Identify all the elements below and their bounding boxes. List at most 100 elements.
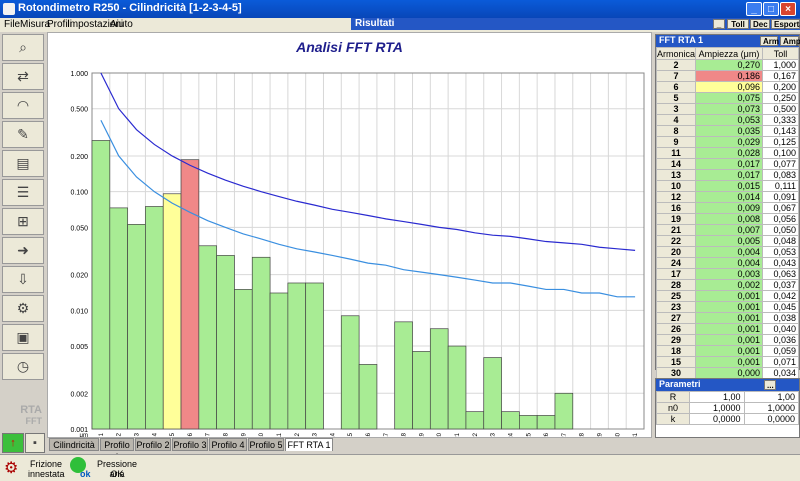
profile-compare-icon[interactable]: ⇄ [2,63,44,90]
eraser-icon[interactable]: ✎ [2,121,44,148]
tab-profilo-2[interactable]: Profilo 2 [135,438,171,451]
harmonic-cell: 29 [655,334,697,346]
table-row[interactable]: 26 0,001 0,040 [655,323,799,335]
table-row[interactable]: 25 0,001 0,042 [655,290,799,302]
minimize-button[interactable]: _ [746,2,762,16]
fft-bar[interactable] [554,392,574,430]
export-button[interactable]: Esporta [771,19,800,29]
fft-bar[interactable] [340,315,360,430]
table-row[interactable]: 15 0,001 0,071 [655,356,799,368]
fft-bar[interactable] [394,321,413,430]
tools-icon[interactable]: ⚙ [2,295,44,322]
param-value-1: 1,00 [689,391,745,403]
table-row[interactable]: 21 0,007 0,050 [655,224,799,236]
table-row[interactable]: 20 0,004 0,053 [655,246,799,258]
tab-profilo-3[interactable]: Profilo 3 [172,438,208,451]
fft-bar[interactable] [198,245,217,430]
clock-icon[interactable]: ◷ [2,353,44,380]
start-button[interactable]: ↑ [2,433,24,453]
stop-icon[interactable]: ▪ [25,433,45,453]
x-tick-label: 12 [295,432,301,437]
tol-cell: 0,034 [762,367,799,379]
print-icon[interactable]: ▤ [2,150,44,177]
table-row[interactable]: 8 0,035 0,143 [655,125,799,137]
col-harmonic[interactable]: Armonica [655,47,697,60]
fft-bar[interactable] [145,206,164,430]
table-row[interactable]: 17 0,003 0,063 [655,268,799,280]
import-icon[interactable]: ⇩ [2,266,44,293]
table-row[interactable]: 23 0,001 0,045 [655,301,799,313]
table-row[interactable]: 9 0,029 0,125 [655,136,799,148]
table-row[interactable]: 6 0,096 0,200 [655,81,799,93]
table-row[interactable]: 13 0,017 0,083 [655,169,799,181]
table-row[interactable]: 5 0,075 0,250 [655,92,799,104]
menu-misura[interactable]: Misura [20,19,50,30]
tab-profilo-5[interactable]: Profilo 5 [248,438,284,451]
fft-bar[interactable] [234,289,253,430]
tab-cilindricita[interactable]: Cilindricità [49,438,99,451]
table-row[interactable]: 2 0,270 1,000 [655,59,799,71]
params-options-button[interactable]: ... [764,380,776,390]
fft-bar[interactable] [536,415,556,430]
table-row[interactable]: 28 0,002 0,037 [655,279,799,291]
table-row[interactable]: 19 0,008 0,056 [655,213,799,225]
fft-bar[interactable] [91,140,111,430]
fft-bar[interactable] [109,207,128,430]
report-icon[interactable]: ☰ [2,179,44,206]
fft-bar[interactable] [287,282,307,430]
table-row[interactable]: 14 0,017 0,077 [655,158,799,170]
fft-bar[interactable] [162,193,182,430]
table-row[interactable]: 24 0,004 0,043 [655,257,799,269]
fft-bar[interactable] [447,345,467,430]
amp-button[interactable]: Amp [780,36,800,46]
fft-bar[interactable] [251,256,271,430]
table-row[interactable]: 11 0,028 0,100 [655,147,799,159]
fft-bar[interactable] [429,328,449,430]
col-amplitude[interactable]: Ampiezza (μm) [695,47,764,60]
menu-file[interactable]: File [4,19,20,30]
tab-profilo-4[interactable]: Profilo 4 [209,438,247,451]
x-tick-label: 6 [188,432,194,436]
table-row[interactable]: 16 0,009 0,067 [655,202,799,214]
friction-status: Frizione innestata [28,459,65,479]
table-row[interactable]: 3 0,073 0,500 [655,103,799,115]
fft-bar[interactable] [305,282,324,430]
dec-button[interactable]: Dec [750,19,770,29]
fft-bar[interactable] [465,411,485,430]
table-row[interactable]: 7 0,186 0,167 [655,70,799,82]
fft-bar[interactable] [483,357,502,430]
table-row[interactable]: 22 0,005 0,048 [655,235,799,247]
fft-bar[interactable] [269,292,289,430]
col-tol[interactable]: Toll [762,47,799,60]
maximize-button[interactable]: □ [763,2,779,16]
toll-button[interactable]: Toll [727,19,749,29]
arm-button[interactable]: Arm [760,36,779,46]
table-row[interactable]: 10 0,015 0,111 [655,180,799,192]
fft-bar[interactable] [180,159,200,430]
fft-bar[interactable] [519,415,538,430]
table-row[interactable]: 18 0,001 0,059 [655,345,799,357]
table-row[interactable]: 29 0,001 0,036 [655,334,799,346]
fft-bar[interactable] [501,411,520,430]
measure-icon[interactable]: ⊞ [2,208,44,235]
fft-bar[interactable] [358,364,378,430]
roundness-icon[interactable]: ◠ [2,92,44,119]
tab-profilo-1[interactable]: Profilo 1 [100,438,134,462]
fft-bar[interactable] [216,255,235,430]
tab-fft-rta-1[interactable]: FFT RTA 1 [285,438,333,451]
export-icon[interactable]: ➜ [2,237,44,264]
table-row[interactable]: 4 0,053 0,333 [655,114,799,126]
zoom-icon[interactable]: ⌕ [2,34,44,61]
tol-cell: 1,000 [762,59,799,71]
tol-cell: 0,083 [762,169,799,181]
save-icon[interactable]: ▣ [2,324,44,351]
close-button[interactable]: × [780,2,796,16]
table-row[interactable]: 30 0,000 0,034 [655,367,799,379]
harmonic-cell: 23 [655,301,697,313]
fft-bar[interactable] [127,224,146,430]
table-row[interactable]: 12 0,014 0,091 [655,191,799,203]
results-minimize-button[interactable]: _ [713,19,725,29]
fft-bar[interactable] [412,351,431,430]
y-tick-label: 0.020 [70,273,88,280]
table-row[interactable]: 27 0,001 0,038 [655,312,799,324]
